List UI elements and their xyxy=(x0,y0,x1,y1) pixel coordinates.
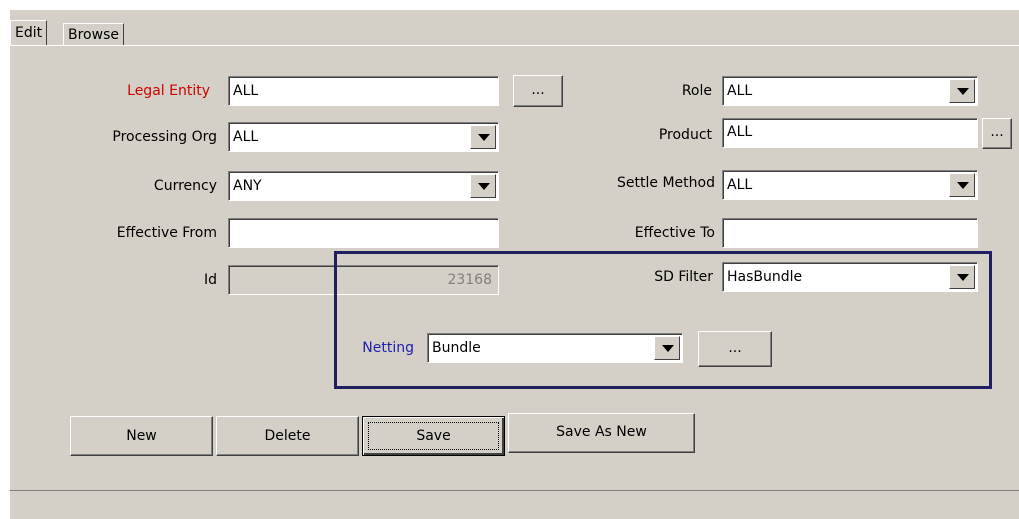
chevron-down-icon[interactable] xyxy=(949,79,975,103)
effective-to-label: Effective To xyxy=(634,225,715,241)
id-label: Id xyxy=(203,272,217,288)
effective-from-label: Effective From xyxy=(116,225,217,241)
legal-entity-value: ALL xyxy=(233,83,259,99)
legal-entity-browse-button[interactable]: ... xyxy=(513,75,563,107)
role-value: ALL xyxy=(727,83,753,99)
delete-button[interactable]: Delete xyxy=(216,416,359,456)
effective-to-field[interactable] xyxy=(722,218,978,248)
currency-label: Currency xyxy=(153,178,217,194)
chevron-down-icon[interactable] xyxy=(949,173,975,197)
product-browse-button[interactable]: ... xyxy=(982,118,1012,149)
legal-entity-label: Legal Entity xyxy=(127,83,210,99)
netting-highlight-box xyxy=(334,251,992,389)
settle-method-value: ALL xyxy=(727,177,753,193)
processing-org-label: Processing Org xyxy=(112,129,217,145)
role-select[interactable]: ALL xyxy=(722,76,978,106)
netting-value: Bundle xyxy=(432,340,481,356)
settle-method-label: Settle Method xyxy=(617,175,715,191)
currency-select[interactable]: ANY xyxy=(228,171,499,201)
processing-org-select[interactable]: ALL xyxy=(228,122,499,152)
product-value: ALL xyxy=(727,124,753,140)
product-field[interactable]: ALL xyxy=(722,118,978,148)
save-label: Save xyxy=(416,428,451,444)
tab-browse[interactable]: Browse xyxy=(63,23,124,45)
netting-browse-button[interactable]: ... xyxy=(698,331,772,367)
tab-edit[interactable]: Edit xyxy=(10,20,48,45)
netting-select[interactable]: Bundle xyxy=(427,333,683,363)
chevron-down-icon[interactable] xyxy=(470,125,496,149)
save-as-new-button[interactable]: Save As New xyxy=(508,413,695,453)
settle-method-select[interactable]: ALL xyxy=(722,170,978,200)
effective-from-field[interactable] xyxy=(228,218,499,248)
currency-value: ANY xyxy=(233,178,262,194)
chevron-down-icon[interactable] xyxy=(654,336,680,360)
save-button[interactable]: Save xyxy=(362,416,505,456)
processing-org-value: ALL xyxy=(233,129,259,145)
new-button[interactable]: New xyxy=(70,416,213,456)
role-label: Role xyxy=(681,83,712,99)
chevron-down-icon[interactable] xyxy=(470,174,496,198)
legal-entity-field[interactable]: ALL xyxy=(228,76,499,106)
netting-label: Netting xyxy=(362,340,414,356)
product-label: Product xyxy=(658,127,712,143)
